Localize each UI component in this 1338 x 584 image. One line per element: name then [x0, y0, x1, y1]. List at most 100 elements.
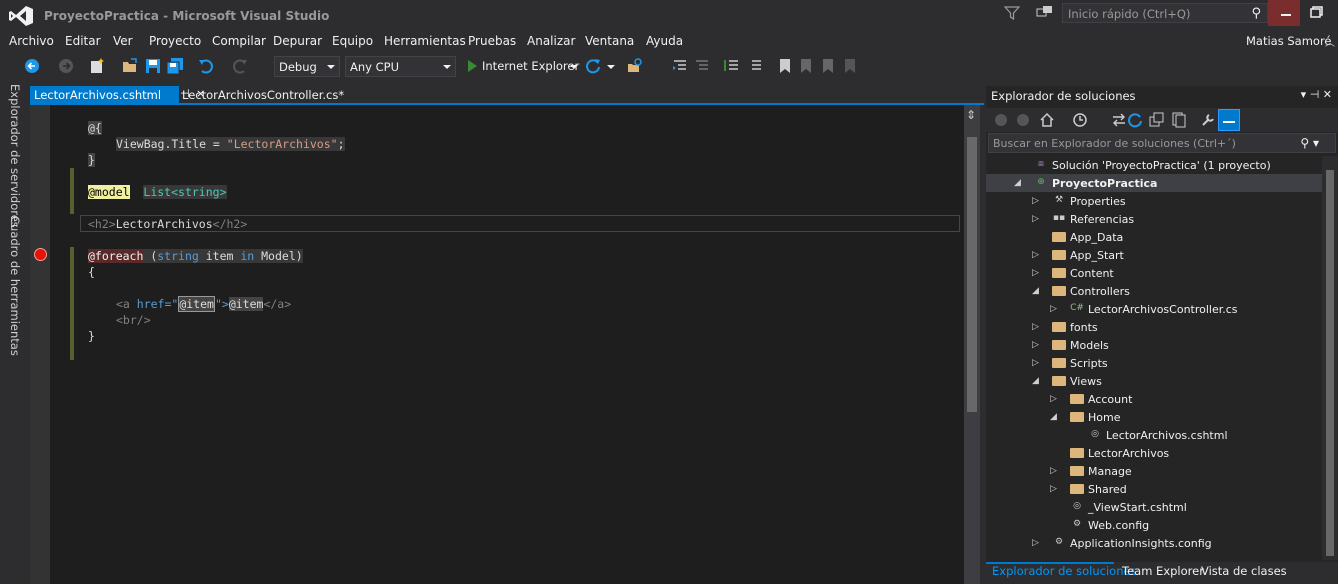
tree-item[interactable]: ▷ Manage	[986, 462, 1322, 480]
run-target-label[interactable]: Internet Explorer	[482, 59, 579, 73]
search-icon[interactable]: ⚲ ▾	[1300, 136, 1319, 150]
tree-item[interactable]: ▷ ⚙ ApplicationInsights.config	[986, 534, 1322, 552]
tree-item[interactable]: LectorArchivos	[986, 444, 1322, 462]
expand-arrow-icon[interactable]: ▷	[1050, 394, 1057, 404]
restore-button[interactable]	[1300, 0, 1330, 26]
split-window-icon[interactable]: ⇕	[966, 108, 976, 122]
expand-arrow-icon[interactable]: ▷	[1032, 268, 1039, 278]
tree-item[interactable]: ▷ Account	[986, 390, 1322, 408]
tree-item[interactable]: ▷ fonts	[986, 318, 1322, 336]
tree-item[interactable]: ▷ Scripts	[986, 354, 1322, 372]
menu-compilar[interactable]: Compilar	[212, 34, 266, 48]
expand-arrow-icon[interactable]: ▷	[1032, 250, 1039, 260]
go-to-definition-icon[interactable]	[672, 58, 688, 74]
tree-item[interactable]: ◢ Views	[986, 372, 1322, 390]
pending-changes-filter-icon[interactable]	[1072, 112, 1088, 128]
menu-editar[interactable]: Editar	[65, 34, 101, 48]
collapse-arrow-icon[interactable]: ◢	[1032, 286, 1039, 296]
solution-tree-scrollbar[interactable]	[1322, 156, 1338, 560]
expand-arrow-icon[interactable]: ▷	[1032, 358, 1039, 368]
tree-item[interactable]: ◢ Controllers	[986, 282, 1322, 300]
home-icon[interactable]	[1039, 112, 1055, 128]
uncomment-lines-icon[interactable]	[747, 58, 763, 74]
save-all-icon[interactable]	[167, 58, 183, 74]
clear-bookmarks-icon[interactable]	[842, 58, 858, 74]
breakpoint-icon[interactable]	[34, 248, 47, 261]
expand-arrow-icon[interactable]: ▷	[1050, 484, 1057, 494]
navigate-forward-icon[interactable]	[58, 58, 74, 74]
expand-arrow-icon[interactable]: ▷	[1032, 538, 1039, 548]
menu-proyecto[interactable]: Proyecto	[149, 34, 201, 48]
forward-icon[interactable]	[1016, 113, 1030, 127]
tree-item[interactable]: ⧈ Solución 'ProyectoPractica' (1 proyecto…	[986, 156, 1322, 174]
tree-item[interactable]: ◢ Home	[986, 408, 1322, 426]
navigate-back-icon[interactable]	[24, 58, 40, 74]
scrollbar-thumb[interactable]	[967, 137, 977, 412]
notifications-filter-icon[interactable]	[1004, 5, 1020, 21]
expand-arrow-icon[interactable]: ▷	[1050, 466, 1057, 476]
server-explorer-tab[interactable]: Explorador de servidores	[8, 84, 22, 228]
previous-bookmark-icon[interactable]	[798, 58, 814, 74]
expand-arrow-icon[interactable]: ▷	[1050, 304, 1057, 314]
expand-arrow-icon[interactable]: ▷	[1032, 196, 1039, 206]
browser-link-refresh-icon[interactable]	[585, 58, 601, 74]
solution-configuration-select[interactable]: Debug	[274, 56, 340, 77]
menu-pruebas[interactable]: Pruebas	[468, 34, 516, 48]
scrollbar-thumb[interactable]	[1326, 170, 1334, 556]
menu-ver[interactable]: Ver	[113, 34, 133, 48]
refresh-icon[interactable]	[1127, 112, 1143, 128]
collapse-all-icon[interactable]	[1149, 112, 1165, 128]
start-debugging-icon[interactable]	[464, 58, 480, 74]
tab-solution-explorer[interactable]: Explorador de soluciones	[992, 564, 1137, 578]
editor-vertical-scrollbar[interactable]: ⇕	[964, 105, 980, 584]
tree-item[interactable]: ▷ Shared	[986, 480, 1322, 498]
tab-class-view[interactable]: Vista de clases	[1201, 564, 1287, 578]
code-editor[interactable]: @{ ViewBag.Title = "LectorArchivos"; } @…	[30, 105, 964, 584]
menu-ventana[interactable]: Ventana	[585, 34, 634, 48]
tree-item[interactable]: ▷ Models	[986, 336, 1322, 354]
search-icon[interactable]: ⚲	[1251, 6, 1261, 21]
quick-launch-input[interactable]: Inicio rápido (Ctrl+Q) ⚲	[1062, 3, 1268, 23]
solution-platform-select[interactable]: Any CPU	[345, 56, 456, 77]
collapse-arrow-icon[interactable]: ◢	[1032, 376, 1039, 386]
next-bookmark-icon[interactable]	[820, 58, 836, 74]
expand-arrow-icon[interactable]: ▷	[1032, 214, 1039, 224]
find-in-files-icon[interactable]	[627, 58, 643, 74]
tree-item[interactable]: App_Data	[986, 228, 1322, 246]
show-all-files-icon[interactable]	[1171, 112, 1187, 128]
tree-item[interactable]: ⚙ Web.config	[986, 516, 1322, 534]
tree-item[interactable]: ▷ C# LectorArchivosController.cs	[986, 300, 1322, 318]
back-icon[interactable]	[994, 113, 1008, 127]
panel-window-controls[interactable]: ▾ ⊣ ✕	[1301, 88, 1332, 101]
menu-ayuda[interactable]: Ayuda	[646, 34, 683, 48]
solution-search-input[interactable]: Buscar en Explorador de soluciones (Ctrl…	[988, 133, 1336, 153]
comment-lines-icon[interactable]	[724, 58, 740, 74]
signed-in-user[interactable]: Matias Samoré	[1246, 34, 1332, 48]
redo-icon[interactable]	[232, 58, 248, 74]
menu-herramientas[interactable]: Herramientas	[384, 34, 466, 48]
feedback-icon[interactable]	[1036, 5, 1054, 21]
bookmark-icon[interactable]	[777, 58, 793, 74]
open-file-icon[interactable]	[122, 58, 138, 74]
collapse-arrow-icon[interactable]: ◢	[1050, 412, 1057, 422]
save-icon[interactable]	[145, 58, 161, 74]
expand-arrow-icon[interactable]: ▷	[1032, 340, 1039, 350]
menu-equipo[interactable]: Equipo	[332, 34, 373, 48]
menu-analizar[interactable]: Analizar	[527, 34, 575, 48]
indicator-margin[interactable]	[30, 105, 50, 584]
menu-archivo[interactable]: Archivo	[9, 34, 54, 48]
tree-item[interactable]: ▷ ⚒ Properties	[986, 192, 1322, 210]
tree-item[interactable]: ▷ App_Start	[986, 246, 1322, 264]
tree-item[interactable]: ▷ ▪▪ Referencias	[986, 210, 1322, 228]
undo-icon[interactable]	[198, 58, 214, 74]
tree-item[interactable]: ◎ LectorArchivos.cshtml	[986, 426, 1322, 444]
collapse-arrow-icon[interactable]: ◢	[1014, 178, 1021, 188]
toolbox-tab[interactable]: Cuadro de herramientas	[8, 216, 22, 356]
expand-arrow-icon[interactable]: ▷	[1032, 322, 1039, 332]
sync-with-active-document-icon[interactable]	[1111, 112, 1127, 128]
minimize-button[interactable]	[1268, 0, 1300, 26]
menu-depurar[interactable]: Depurar	[273, 34, 322, 48]
chevron-up-icon[interactable]: ︿	[1325, 34, 1335, 49]
new-project-icon[interactable]	[89, 58, 105, 74]
toggle-outlining-icon[interactable]	[694, 58, 710, 74]
